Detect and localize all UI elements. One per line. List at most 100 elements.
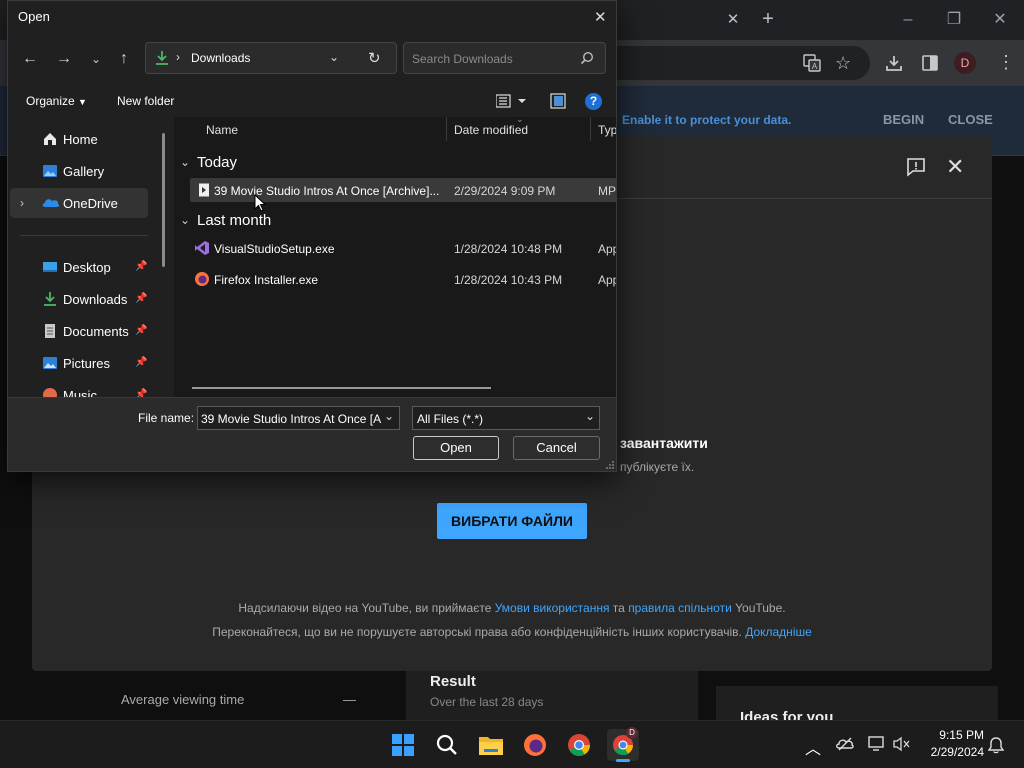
- file-row[interactable]: Firefox Installer.exe 1/28/2024 10:43 PM…: [190, 267, 616, 291]
- file-name: 39 Movie Studio Intros At Once [Archive]…: [214, 184, 440, 198]
- bookmark-star-icon[interactable]: ☆: [835, 53, 851, 74]
- open-file-dialog: Open ✕ ← → ⌄ ↑ › Downloads ⌄ ↻ Search Do…: [7, 0, 617, 472]
- modal-close-icon[interactable]: ✕: [946, 156, 964, 178]
- file-type-dropdown-icon[interactable]: ⌄: [585, 409, 595, 423]
- learn-more-link[interactable]: Докладніше: [745, 625, 812, 639]
- music-icon: [42, 387, 58, 397]
- file-name-dropdown-icon[interactable]: ⌄: [384, 409, 394, 423]
- terms-suffix: YouTube.: [735, 601, 786, 615]
- nav-label: Music: [63, 388, 97, 397]
- notifications-bell-icon[interactable]: [988, 736, 1004, 754]
- nav-item-documents[interactable]: Documents 📌: [10, 316, 148, 346]
- file-type: MP4: [598, 184, 616, 198]
- file-name-input[interactable]: 39 Movie Studio Intros At Once [A ⌄: [197, 406, 400, 430]
- firefox-taskbar-icon[interactable]: [519, 729, 551, 761]
- back-arrow-icon[interactable]: ←: [16, 45, 44, 73]
- nav-item-pictures[interactable]: Pictures 📌: [10, 348, 148, 378]
- group-chevron-icon[interactable]: ⌄: [180, 213, 190, 227]
- nav-item-home[interactable]: Home: [10, 124, 148, 154]
- show-hidden-icons-chevron[interactable]: ︿: [805, 735, 821, 759]
- breadcrumb-chevron-icon: ›: [176, 50, 180, 64]
- column-header-date[interactable]: Date modified: [454, 123, 528, 137]
- view-options-icon[interactable]: [496, 94, 530, 108]
- search-box[interactable]: Search Downloads: [403, 42, 606, 74]
- resize-grip-icon[interactable]: [606, 461, 614, 469]
- column-header-type[interactable]: Type: [598, 123, 616, 137]
- organize-menu[interactable]: Organize ▼: [26, 94, 87, 108]
- feedback-icon[interactable]: [906, 157, 926, 177]
- file-name: Firefox Installer.exe: [214, 273, 319, 287]
- command-bar: Organize ▼ New folder ?: [8, 85, 616, 117]
- translate-icon[interactable]: A: [803, 54, 821, 72]
- windows-start-icon[interactable]: [387, 729, 419, 761]
- nav-item-gallery[interactable]: Gallery: [10, 156, 148, 186]
- search-placeholder: Search Downloads: [412, 52, 513, 66]
- address-dropdown-icon[interactable]: ⌄: [329, 50, 339, 64]
- tab-close-icon[interactable]: ✕: [724, 11, 742, 29]
- nav-scrollbar[interactable]: [162, 133, 165, 267]
- column-divider: [446, 117, 447, 141]
- pin-icon: 📌: [135, 325, 148, 336]
- new-folder-button[interactable]: New folder: [117, 94, 174, 108]
- nav-item-downloads[interactable]: Downloads 📌: [10, 284, 148, 314]
- file-name-value: 39 Movie Studio Intros At Once [A: [201, 412, 382, 426]
- file-date: 2/29/2024 9:09 PM: [454, 184, 556, 198]
- visual-studio-icon: [194, 240, 210, 256]
- file-type-value: All Files (*.*): [417, 412, 484, 426]
- clock-date[interactable]: 2/29/2024: [920, 745, 984, 759]
- open-button[interactable]: Open: [413, 436, 499, 460]
- copyright-text: Переконайтеся, що ви не порушуєте авторс…: [212, 625, 742, 639]
- chrome-taskbar-icon[interactable]: [563, 729, 595, 761]
- up-arrow-icon[interactable]: ↑: [110, 45, 138, 73]
- onedrive-tray-icon[interactable]: [836, 737, 854, 751]
- search-taskbar-icon[interactable]: [431, 729, 463, 761]
- file-type-select[interactable]: All Files (*.*) ⌄: [412, 406, 600, 430]
- organize-label: Organize: [26, 94, 75, 108]
- group-chevron-icon[interactable]: ⌄: [180, 155, 190, 169]
- guidelines-link[interactable]: правила спільноти: [628, 601, 732, 615]
- minimize-icon[interactable]: –: [888, 8, 928, 32]
- file-explorer-icon[interactable]: [475, 729, 507, 761]
- nav-item-music[interactable]: Music 📌: [10, 380, 148, 397]
- refresh-icon[interactable]: ↻: [368, 49, 381, 67]
- clock-time[interactable]: 9:15 PM: [934, 728, 984, 742]
- recent-locations-chevron-icon[interactable]: ⌄: [82, 45, 110, 73]
- help-icon[interactable]: ?: [585, 93, 602, 110]
- nav-item-onedrive[interactable]: › OneDrive: [10, 188, 148, 218]
- horizontal-scrollbar[interactable]: [192, 387, 491, 389]
- nav-divider: [20, 235, 148, 236]
- network-tray-icon[interactable]: [868, 736, 886, 752]
- file-row[interactable]: VisualStudioSetup.exe 1/28/2024 10:48 PM…: [190, 236, 616, 260]
- cancel-button[interactable]: Cancel: [513, 436, 600, 460]
- pin-icon: 📌: [135, 293, 148, 304]
- profile-avatar[interactable]: D: [954, 52, 976, 74]
- select-files-button[interactable]: ВИБРАТИ ФАЙЛИ: [437, 503, 587, 539]
- info-close-button[interactable]: CLOSE: [948, 112, 993, 127]
- restore-icon[interactable]: ❐: [934, 8, 974, 32]
- group-header-last-month[interactable]: Last month: [197, 212, 271, 229]
- chrome-profile-taskbar-icon[interactable]: D: [607, 727, 639, 762]
- nav-label: Desktop: [63, 260, 111, 275]
- navigation-pane: Home Gallery › OneDrive Desktop 📌 Downlo…: [8, 117, 166, 397]
- downloads-icon[interactable]: [885, 54, 903, 72]
- terms-link[interactable]: Умови використання: [495, 601, 610, 615]
- window-close-icon[interactable]: ✕: [980, 8, 1020, 32]
- expand-chevron-icon[interactable]: ›: [20, 196, 24, 210]
- menu-kebab-icon[interactable]: ⋮: [997, 53, 1015, 71]
- nav-item-desktop[interactable]: Desktop 📌: [10, 252, 148, 282]
- search-icon[interactable]: [580, 51, 594, 65]
- preview-pane-icon[interactable]: [550, 93, 566, 109]
- address-bar[interactable]: › Downloads ⌄ ↻: [145, 42, 397, 74]
- dialog-close-icon[interactable]: ✕: [594, 8, 607, 26]
- volume-muted-tray-icon[interactable]: [893, 736, 911, 752]
- column-header-name[interactable]: Name: [206, 123, 238, 137]
- omnibox[interactable]: [600, 46, 870, 80]
- forward-arrow-icon[interactable]: →: [50, 45, 78, 73]
- new-tab-icon[interactable]: +: [758, 9, 778, 29]
- begin-button[interactable]: BEGIN: [883, 112, 924, 127]
- nav-label: Downloads: [63, 292, 128, 307]
- documents-icon: [42, 323, 58, 339]
- downloads-nav-icon: [42, 291, 58, 307]
- group-header-today[interactable]: Today: [197, 154, 237, 171]
- side-panel-icon[interactable]: [921, 54, 939, 72]
